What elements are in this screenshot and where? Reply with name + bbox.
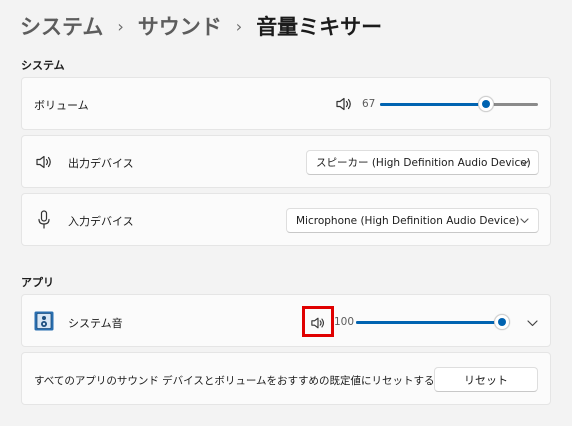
breadcrumb: システム › サウンド › 音量ミキサー — [20, 8, 382, 44]
breadcrumb-item-system[interactable]: システム — [20, 11, 103, 41]
slider-thumb[interactable] — [494, 314, 510, 330]
system-sounds-icon — [34, 311, 54, 331]
slider-fill — [356, 321, 510, 324]
input-device-card: 入力デバイス Microphone (High Definition Audio… — [21, 193, 551, 246]
reset-card: すべてのアプリのサウンド デバイスとボリュームをおすすめの既定値にリセットする … — [21, 352, 551, 405]
output-device-dropdown[interactable]: スピーカー (High Definition Audio Device) — [306, 150, 539, 175]
section-label-apps: アプリ — [21, 276, 54, 289]
page-title: 音量ミキサー — [256, 15, 383, 39]
app-volume-value: 100 — [334, 316, 355, 328]
slider-thumb[interactable] — [478, 96, 494, 112]
app-card-system-sounds: システム音 100 — [21, 294, 551, 347]
reset-description: すべてのアプリのサウンド デバイスとボリュームをおすすめの既定値にリセットする — [34, 375, 435, 387]
speaker-icon — [36, 155, 51, 169]
section-label-system: システム — [21, 59, 65, 72]
breadcrumb-item-sound[interactable]: サウンド — [138, 11, 222, 41]
output-device-selected: スピーカー (High Definition Audio Device) — [316, 157, 531, 169]
app-volume-slider[interactable] — [356, 313, 510, 331]
chevron-down-icon — [520, 160, 529, 166]
input-device-selected: Microphone (High Definition Audio Device… — [296, 214, 520, 227]
breadcrumb-separator: › — [117, 16, 124, 36]
output-device-card: 出力デバイス スピーカー (High Definition Audio Devi… — [21, 135, 551, 188]
chevron-down-icon — [520, 218, 529, 224]
input-device-dropdown[interactable]: Microphone (High Definition Audio Device… — [286, 208, 539, 233]
app-name: システム音 — [68, 317, 123, 330]
slider-fill — [380, 103, 486, 106]
volume-card: ボリューム 67 — [21, 77, 551, 130]
reset-button[interactable]: リセット — [434, 367, 538, 392]
volume-value: 67 — [362, 98, 376, 110]
volume-label: ボリューム — [34, 99, 89, 112]
breadcrumb-separator: › — [235, 16, 243, 36]
speaker-icon[interactable] — [335, 96, 353, 112]
chevron-down-icon[interactable] — [527, 319, 538, 327]
output-device-label: 出力デバイス — [68, 157, 134, 170]
input-device-label: 入力デバイス — [68, 215, 134, 228]
microphone-icon — [38, 210, 50, 229]
highlight-box — [302, 306, 334, 337]
volume-slider[interactable] — [380, 95, 538, 113]
